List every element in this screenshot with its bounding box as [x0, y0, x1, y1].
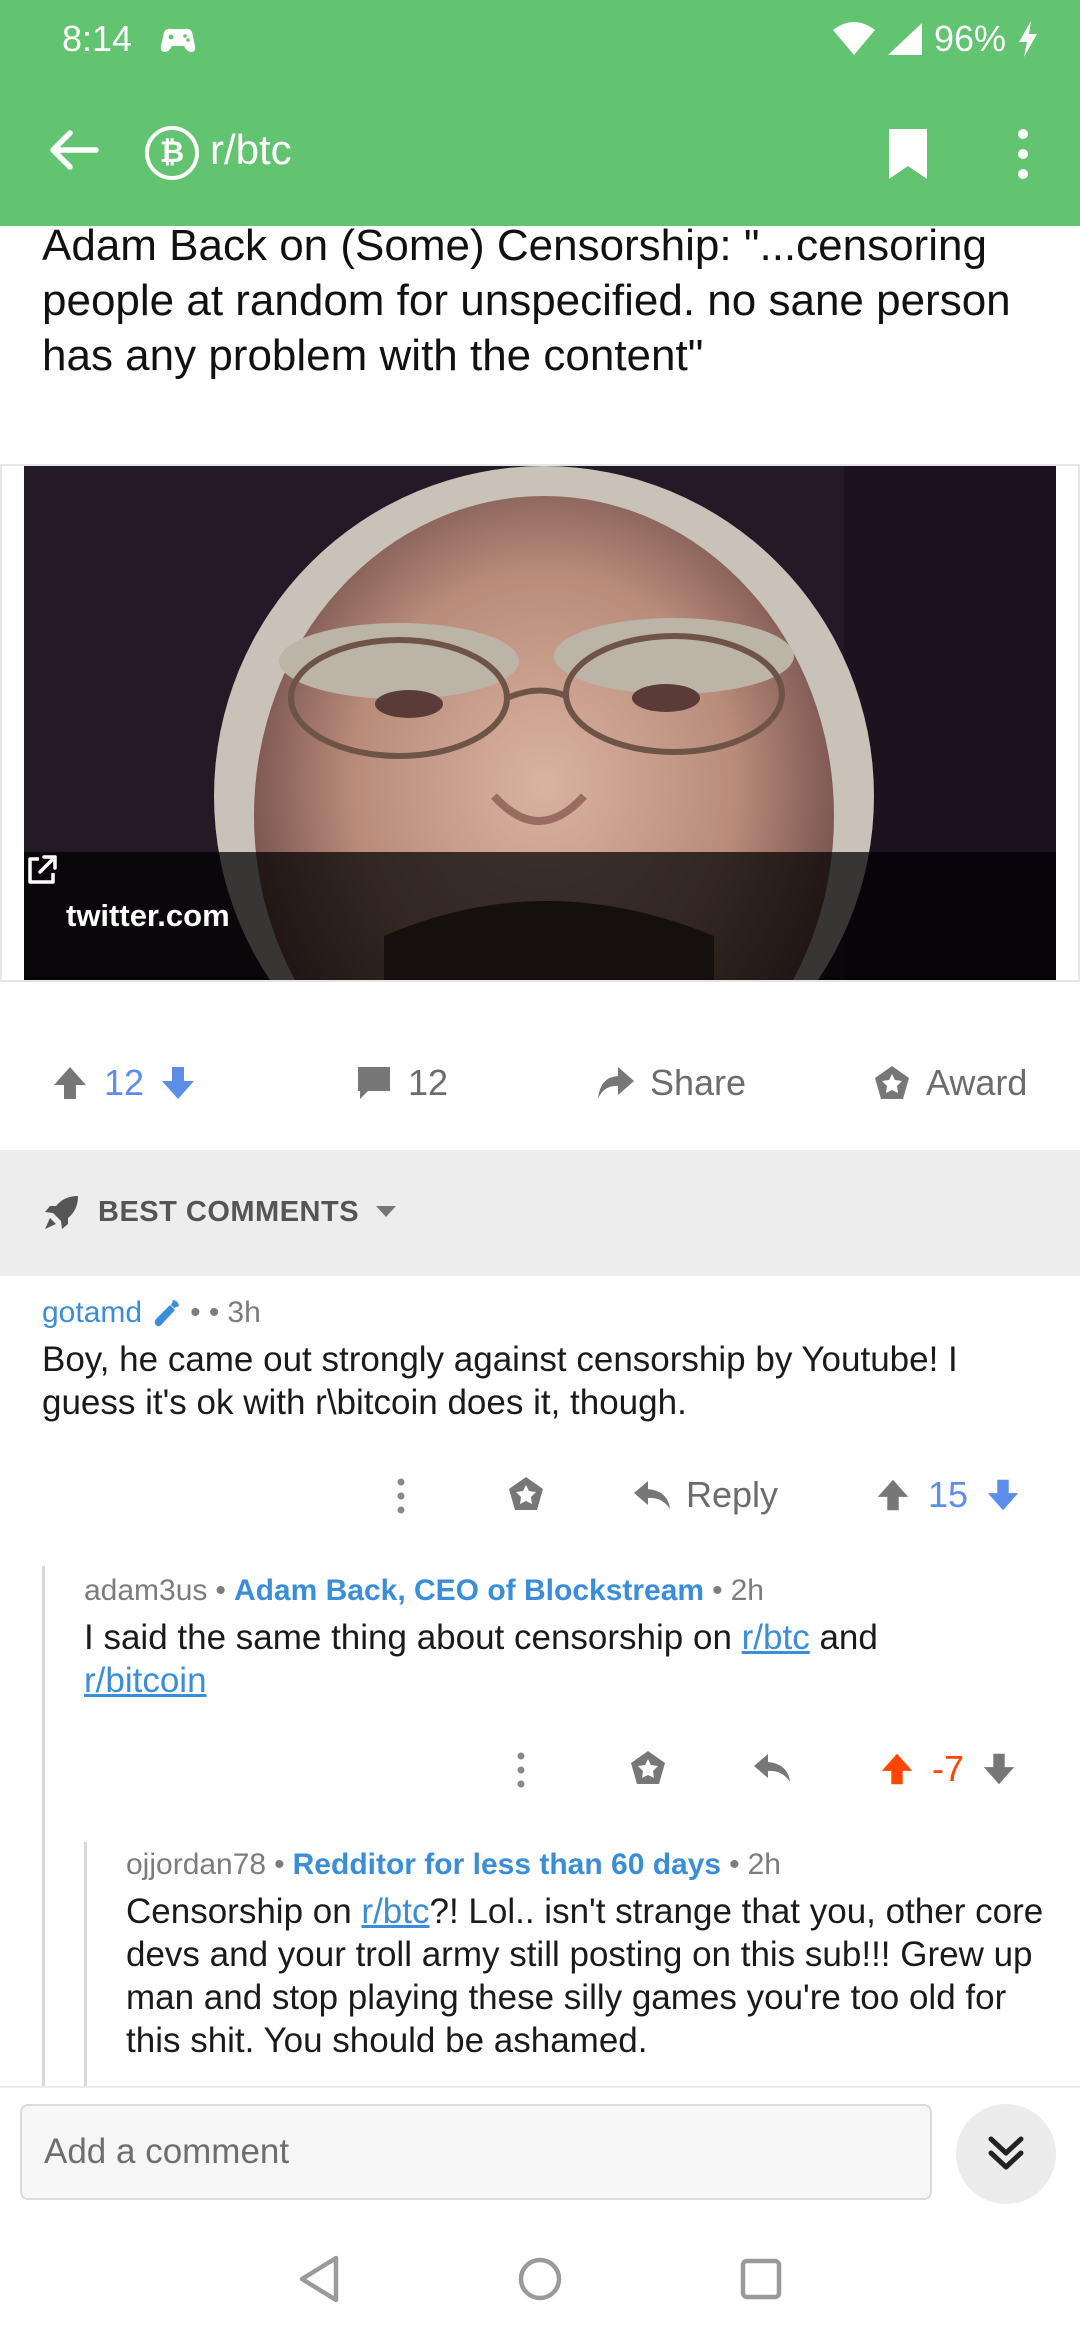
comments-count: 12	[408, 1062, 449, 1103]
post-title: Adam Back on (Some) Censorship: "...cens…	[42, 221, 1011, 380]
status-right: 96%	[832, 18, 1040, 60]
preview-caption-bar: twitter.com	[24, 852, 1056, 980]
double-chevron-down-icon	[988, 2136, 1024, 2170]
upvote-icon[interactable]	[878, 1749, 916, 1789]
subreddit-link[interactable]: r/bitcoin	[84, 1661, 207, 1700]
charging-icon	[1019, 21, 1037, 57]
link-domain: twitter.com	[66, 898, 230, 933]
reply-icon	[634, 1481, 670, 1509]
meta-separator: • •	[190, 1296, 220, 1329]
more-vert-icon[interactable]	[1010, 124, 1036, 184]
comment-text: I said the same thing about censorship o…	[84, 1618, 742, 1657]
thread-line	[84, 1842, 87, 2086]
meta-separator: •	[712, 1574, 723, 1607]
comment-composer	[20, 2104, 932, 2200]
thread-line	[42, 1566, 45, 2086]
signal-icon	[887, 23, 922, 55]
reply-label: Reply	[686, 1474, 779, 1515]
share-button[interactable]: Share	[596, 1062, 746, 1104]
comment: adam3us • Adam Back, CEO of Blockstream …	[84, 1574, 1044, 1702]
post-vote: 12	[50, 1062, 198, 1104]
rocket-icon	[45, 1196, 78, 1229]
comment-composer-bar	[0, 2086, 1080, 2216]
award-icon	[875, 1066, 909, 1099]
sort-label: BEST COMMENTS	[98, 1195, 360, 1228]
award-icon[interactable]	[506, 1474, 546, 1514]
user-flair: Redditor for less than 60 days	[292, 1848, 722, 1881]
comment-author[interactable]: ojjordan78	[126, 1848, 266, 1882]
comments-count-button[interactable]: 12	[354, 1062, 448, 1104]
wrench-icon	[154, 1300, 180, 1327]
link-preview[interactable]: twitter.com	[24, 466, 1056, 980]
comment-author[interactable]: adam3us	[84, 1574, 207, 1608]
downvote-icon[interactable]	[984, 1475, 1022, 1515]
meta-separator: •	[729, 1848, 740, 1881]
subreddit-link[interactable]: r/btc	[742, 1618, 810, 1657]
bitcoin-icon[interactable]: ₿	[145, 126, 199, 180]
comment-time: 3h	[227, 1296, 261, 1329]
subreddit-link[interactable]: r/btc	[361, 1892, 429, 1931]
share-label: Share	[650, 1062, 747, 1103]
comment-score: 15	[928, 1474, 969, 1515]
status-time: 8:14	[62, 18, 133, 59]
nav-recents-icon[interactable]	[734, 2252, 788, 2306]
more-vert-icon[interactable]	[516, 1750, 526, 1790]
comment-body: Censorship on r/btc?! Lol.. isn't strang…	[126, 1890, 1046, 2062]
bookmark-icon[interactable]	[886, 126, 930, 182]
comment-time: 2h	[747, 1848, 781, 1881]
downvote-icon[interactable]	[158, 1063, 198, 1103]
comment-input[interactable]	[22, 2106, 930, 2198]
upvote-icon[interactable]	[50, 1063, 90, 1103]
subreddit-name[interactable]: r/btc	[210, 126, 292, 174]
status-bar: 8:14 96%	[0, 0, 1080, 80]
external-link-icon[interactable]	[24, 852, 60, 888]
comment-text: and	[809, 1618, 878, 1657]
next-comment-button[interactable]	[956, 2104, 1056, 2204]
share-icon	[598, 1067, 634, 1099]
comment-author[interactable]: gotamd	[42, 1296, 142, 1330]
nav-home-icon[interactable]	[513, 2252, 567, 2306]
downvote-icon[interactable]	[980, 1749, 1018, 1789]
comment-time: 2h	[730, 1574, 764, 1607]
game-controller-icon	[160, 28, 196, 52]
comment-vote: 15	[874, 1474, 1022, 1516]
wifi-icon	[832, 22, 875, 55]
award-button[interactable]: Award	[872, 1062, 1027, 1104]
comment-text: Censorship on	[126, 1892, 362, 1931]
meta-separator: •	[274, 1848, 285, 1881]
post-actions: 12 12 Share Award	[0, 1040, 1080, 1130]
comment-icon	[358, 1067, 390, 1099]
comment: ojjordan78 • Redditor for less than 60 d…	[126, 1848, 1046, 2062]
app-bar: ₿ r/btc	[0, 80, 1080, 226]
comment-score: -7	[932, 1748, 965, 1789]
system-nav-bar	[0, 2216, 1080, 2340]
upvote-icon[interactable]	[874, 1475, 912, 1515]
comment-body: Boy, he came out strongly against censor…	[42, 1340, 958, 1422]
comment-meta: gotamd • • 3h	[42, 1296, 1042, 1330]
award-icon[interactable]	[628, 1748, 668, 1788]
more-vert-icon[interactable]	[396, 1476, 406, 1516]
comment: gotamd • • 3h Boy, he came out strongly …	[42, 1296, 1042, 1424]
post-vote-count: 12	[104, 1062, 145, 1103]
comment-body: I said the same thing about censorship o…	[84, 1616, 984, 1702]
reply-icon[interactable]	[752, 1750, 792, 1786]
sort-selector[interactable]: BEST COMMENTS	[42, 1192, 397, 1232]
meta-separator: •	[215, 1574, 226, 1607]
nav-back-icon[interactable]	[292, 2252, 346, 2306]
sort-bar: BEST COMMENTS	[0, 1150, 1080, 1276]
comment-vote: -7	[878, 1748, 1018, 1790]
user-flair: Adam Back, CEO of Blockstream	[233, 1574, 705, 1607]
battery-percent: 96%	[933, 18, 1006, 59]
reply-button[interactable]: Reply	[632, 1474, 778, 1516]
comment-meta: adam3us • Adam Back, CEO of Blockstream …	[84, 1574, 1044, 1608]
award-label: Award	[926, 1062, 1028, 1103]
back-arrow-icon[interactable]	[44, 120, 104, 180]
chevron-down-icon	[376, 1206, 397, 1217]
comment-meta: ojjordan78 • Redditor for less than 60 d…	[126, 1848, 1046, 1882]
